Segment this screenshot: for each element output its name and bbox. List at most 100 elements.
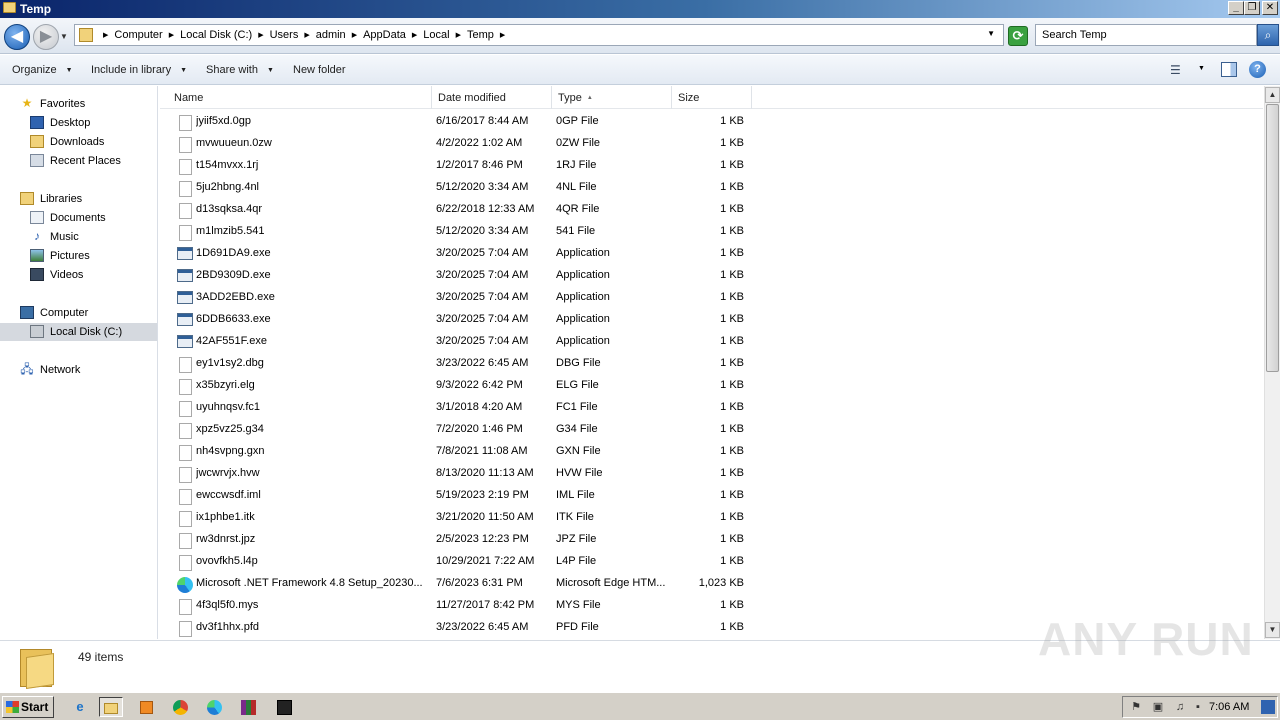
scroll-thumb[interactable]	[1266, 104, 1279, 372]
file-date: 7/6/2023 6:31 PM	[436, 577, 523, 589]
close-button[interactable]: ✕	[1262, 1, 1278, 15]
file-icon	[179, 159, 192, 175]
pictures-icon	[30, 249, 44, 262]
file-type: PFD File	[556, 621, 599, 633]
scroll-up-button[interactable]: ▲	[1265, 87, 1280, 103]
file-row[interactable]: 6DDB6633.exe 3/20/2025 7:04 AM Application…	[160, 309, 1263, 331]
include-in-library-button[interactable]: Include in library ▼	[91, 64, 187, 76]
edge-icon[interactable]	[202, 697, 226, 717]
file-row[interactable]: 3ADD2EBD.exe 3/20/2025 7:04 AM Application…	[160, 287, 1263, 309]
file-row[interactable]: x35bzyri.elg 9/3/2022 6:42 PM ELG File 1 KB	[160, 375, 1263, 397]
breadcrumb-item[interactable]: Local Disk (C:)	[180, 29, 252, 41]
show-desktop-icon[interactable]	[1261, 700, 1275, 714]
file-row[interactable]: ey1v1sy2.dbg 3/23/2022 6:45 AM DBG File 1 K…	[160, 353, 1263, 375]
scroll-down-button[interactable]: ▼	[1265, 622, 1280, 638]
file-row[interactable]: ix1phbe1.itk 3/21/2020 11:50 AM ITK File 1 …	[160, 507, 1263, 529]
winrar-icon[interactable]	[236, 697, 260, 717]
minimize-button[interactable]: _	[1228, 1, 1244, 15]
column-type[interactable]: Type ▲	[552, 86, 672, 109]
breadcrumb-item[interactable]: Temp	[467, 29, 494, 41]
file-row[interactable]: 42AF551F.exe 3/20/2025 7:04 AM Application…	[160, 331, 1263, 353]
help-icon[interactable]: ?	[1249, 61, 1266, 78]
media-player-icon[interactable]	[134, 697, 158, 717]
search-input[interactable]: Search Temp	[1035, 24, 1257, 46]
search-icon[interactable]: ⌕	[1257, 24, 1279, 46]
folder-icon	[20, 645, 54, 689]
preview-pane-icon[interactable]	[1221, 62, 1237, 77]
breadcrumb-chevron-icon[interactable]: ▶	[352, 31, 357, 39]
file-row[interactable]: 1D691DA9.exe 3/20/2025 7:04 AM Application…	[160, 243, 1263, 265]
file-row[interactable]: ovovfkh5.l4p 10/29/2021 7:22 AM L4P File 1 …	[160, 551, 1263, 573]
file-date: 5/19/2023 2:19 PM	[436, 489, 529, 501]
share-with-button[interactable]: Share with ▼	[206, 64, 274, 76]
file-name: d13sqksa.4qr	[196, 203, 263, 215]
file-type: 0GP File	[556, 115, 599, 127]
breadcrumb-chevron-icon[interactable]: ▶	[258, 31, 263, 39]
breadcrumb-chevron-icon[interactable]: ▶	[169, 31, 174, 39]
file-date: 5/12/2020 3:34 AM	[436, 181, 529, 193]
app-icon[interactable]	[272, 697, 296, 717]
action-center-flag-icon[interactable]: ⚑	[1129, 700, 1143, 714]
file-type: Application	[556, 313, 610, 325]
new-folder-button[interactable]: New folder	[293, 64, 346, 76]
internet-explorer-icon[interactable]: e	[68, 697, 92, 717]
file-row[interactable]: mvwuueun.0zw 4/2/2022 1:02 AM 0ZW File 1 KB	[160, 133, 1263, 155]
start-button[interactable]: Start	[2, 696, 54, 718]
file-row[interactable]: m1lmzib5.541 5/12/2020 3:34 AM 541 File 1 K…	[160, 221, 1263, 243]
file-row[interactable]: 5ju2hbng.4nl 5/12/2020 3:34 AM 4NL File 1 K…	[160, 177, 1263, 199]
refresh-button[interactable]: ⟳	[1008, 26, 1028, 46]
column-size[interactable]: Size	[672, 86, 752, 109]
breadcrumb-item[interactable]: admin	[316, 29, 346, 41]
file-row[interactable]: uyuhnqsv.fc1 3/1/2018 4:20 AM FC1 File 1 KB	[160, 397, 1263, 419]
application-icon	[177, 313, 193, 326]
file-row[interactable]: nh4svpng.gxn 7/8/2021 11:08 AM GXN File 1 K…	[160, 441, 1263, 463]
breadcrumb-chevron-icon[interactable]: ▶	[103, 31, 108, 39]
file-row[interactable]: ewccwsdf.iml 5/19/2023 2:19 PM IML File 1 K…	[160, 485, 1263, 507]
file-row[interactable]: xpz5vz25.g34 7/2/2020 1:46 PM G34 File 1 KB	[160, 419, 1263, 441]
file-size: 1 KB	[720, 313, 744, 325]
desktop-icon	[30, 116, 44, 129]
breadcrumb-chevron-icon[interactable]: ▶	[412, 31, 417, 39]
chrome-icon[interactable]	[168, 697, 192, 717]
file-row[interactable]: rw3dnrst.jpz 2/5/2023 12:23 PM JPZ File 1 K…	[160, 529, 1263, 551]
organize-button[interactable]: Organize ▼	[12, 64, 73, 76]
file-row[interactable]: Microsoft .NET Framework 4.8 Setup_20230…	[160, 573, 1263, 595]
breadcrumb-chevron-icon[interactable]: ▶	[304, 31, 309, 39]
file-name: 2BD9309D.exe	[196, 269, 271, 281]
item-count: 49 items	[78, 650, 124, 664]
network-tray-icon[interactable]: ▣	[1151, 700, 1165, 714]
navigation-pane: ★ Favorites Desktop Downloads Recent Pla…	[0, 86, 158, 639]
recent-pages-dropdown-icon[interactable]: ▼	[60, 32, 68, 41]
breadcrumb-item[interactable]: Computer	[114, 29, 162, 41]
breadcrumb-chevron-icon[interactable]: ▶	[456, 31, 461, 39]
vertical-scrollbar[interactable]: ▲ ▼	[1264, 86, 1280, 639]
nav-local-disk[interactable]: Local Disk (C:)	[0, 323, 157, 341]
file-row[interactable]: 2BD9309D.exe 3/20/2025 7:04 AM Application…	[160, 265, 1263, 287]
downloads-folder-icon	[30, 135, 44, 148]
forward-button[interactable]: ▶	[33, 24, 59, 50]
file-row[interactable]: jwcwrvjx.hvw 8/13/2020 11:13 AM HVW File 1 …	[160, 463, 1263, 485]
file-icon	[179, 511, 192, 527]
file-explorer-taskbar-icon[interactable]	[99, 697, 123, 717]
column-date-modified[interactable]: Date modified	[432, 86, 552, 109]
back-button[interactable]: ◀	[4, 24, 30, 50]
breadcrumb-item[interactable]: AppData	[363, 29, 406, 41]
change-view-icon[interactable]: ☰	[1170, 63, 1186, 77]
title-bar[interactable]: Temp _ ❐ ✕	[0, 0, 1280, 18]
clock[interactable]: 7:06 AM	[1209, 701, 1249, 713]
view-options-dropdown-icon[interactable]: ▼	[1198, 65, 1205, 72]
breadcrumb[interactable]: ▶ Computer ▶ Local Disk (C:) ▶ Users ▶ admin ▶ Ap…	[74, 24, 1004, 46]
tray-extra-icon[interactable]: ▪	[1191, 700, 1205, 714]
libraries-icon	[20, 192, 34, 205]
file-icon	[179, 401, 192, 417]
file-row[interactable]: jyiif5xd.0gp 6/16/2017 8:44 AM 0GP File 1 K…	[160, 111, 1263, 133]
breadcrumb-chevron-icon[interactable]: ▶	[500, 31, 505, 39]
file-row[interactable]: d13sqksa.4qr 6/22/2018 12:33 AM 4QR File 1 …	[160, 199, 1263, 221]
breadcrumb-item[interactable]: Users	[270, 29, 299, 41]
file-row[interactable]: t154mvxx.1rj 1/2/2017 8:46 PM 1RJ File 1 KB	[160, 155, 1263, 177]
column-name[interactable]: Name	[168, 86, 432, 109]
volume-icon[interactable]: ♫	[1173, 700, 1187, 714]
restore-button[interactable]: ❐	[1244, 1, 1260, 15]
breadcrumb-item[interactable]: Local	[423, 29, 449, 41]
address-dropdown-icon[interactable]: ▼	[987, 29, 995, 38]
